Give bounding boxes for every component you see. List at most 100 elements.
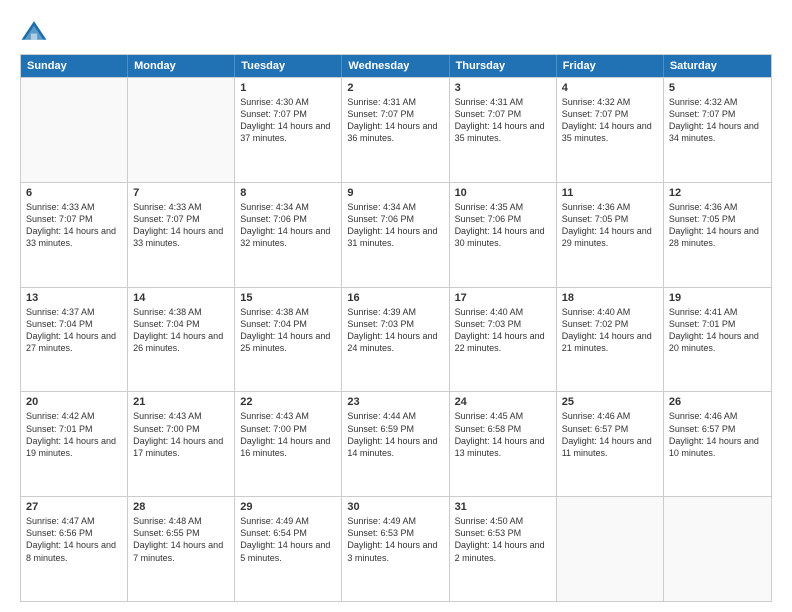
cal-cell-4-6 [664,497,771,601]
cell-info: Sunrise: 4:38 AM Sunset: 7:04 PM Dayligh… [133,306,229,355]
week-row-4: 20 Sunrise: 4:42 AM Sunset: 7:01 PM Dayli… [21,391,771,496]
week-row-3: 13 Sunrise: 4:37 AM Sunset: 7:04 PM Dayli… [21,287,771,392]
cal-cell-2-4: 17 Sunrise: 4:40 AM Sunset: 7:03 PM Dayli… [450,288,557,392]
cal-cell-1-1: 7 Sunrise: 4:33 AM Sunset: 7:07 PM Daylig… [128,183,235,287]
day-number: 15 [240,292,336,304]
header [20,18,772,46]
cal-cell-2-5: 18 Sunrise: 4:40 AM Sunset: 7:02 PM Dayli… [557,288,664,392]
header-monday: Monday [128,55,235,77]
cell-info: Sunrise: 4:49 AM Sunset: 6:54 PM Dayligh… [240,515,336,564]
day-number: 11 [562,187,658,199]
cell-info: Sunrise: 4:38 AM Sunset: 7:04 PM Dayligh… [240,306,336,355]
cell-info: Sunrise: 4:43 AM Sunset: 7:00 PM Dayligh… [133,410,229,459]
cell-info: Sunrise: 4:33 AM Sunset: 7:07 PM Dayligh… [133,201,229,250]
day-number: 24 [455,396,551,408]
header-tuesday: Tuesday [235,55,342,77]
cell-info: Sunrise: 4:48 AM Sunset: 6:55 PM Dayligh… [133,515,229,564]
cal-cell-4-4: 31 Sunrise: 4:50 AM Sunset: 6:53 PM Dayli… [450,497,557,601]
cell-info: Sunrise: 4:46 AM Sunset: 6:57 PM Dayligh… [669,410,766,459]
cal-cell-0-0 [21,78,128,182]
cal-cell-4-1: 28 Sunrise: 4:48 AM Sunset: 6:55 PM Dayli… [128,497,235,601]
cal-cell-2-6: 19 Sunrise: 4:41 AM Sunset: 7:01 PM Dayli… [664,288,771,392]
cell-info: Sunrise: 4:41 AM Sunset: 7:01 PM Dayligh… [669,306,766,355]
cal-cell-3-3: 23Sunrise: 4:44 AM Sunset: 6:59 PM Dayli… [342,392,449,496]
cell-info: Sunrise: 4:43 AM Sunset: 7:00 PM Dayligh… [240,410,336,459]
day-number: 2 [347,82,443,94]
cal-cell-3-2: 22Sunrise: 4:43 AM Sunset: 7:00 PM Dayli… [235,392,342,496]
cal-cell-1-6: 12 Sunrise: 4:36 AM Sunset: 7:05 PM Dayli… [664,183,771,287]
day-number: 29 [240,501,336,513]
day-number: 13 [26,292,122,304]
cell-info: Sunrise: 4:47 AM Sunset: 6:56 PM Dayligh… [26,515,122,564]
cell-info: Sunrise: 4:37 AM Sunset: 7:04 PM Dayligh… [26,306,122,355]
cal-cell-0-1 [128,78,235,182]
cell-info: Sunrise: 4:45 AM Sunset: 6:58 PM Dayligh… [455,410,551,459]
cell-info: Sunrise: 4:40 AM Sunset: 7:03 PM Dayligh… [455,306,551,355]
day-number: 7 [133,187,229,199]
day-number: 4 [562,82,658,94]
cell-info: Sunrise: 4:34 AM Sunset: 7:06 PM Dayligh… [240,201,336,250]
day-number: 30 [347,501,443,513]
cal-cell-2-2: 15 Sunrise: 4:38 AM Sunset: 7:04 PM Dayli… [235,288,342,392]
day-number: 12 [669,187,766,199]
cal-cell-0-3: 2 Sunrise: 4:31 AM Sunset: 7:07 PM Daylig… [342,78,449,182]
day-number: 1 [240,82,336,94]
day-number: 31 [455,501,551,513]
cell-info: Sunrise: 4:49 AM Sunset: 6:53 PM Dayligh… [347,515,443,564]
cal-cell-0-2: 1 Sunrise: 4:30 AM Sunset: 7:07 PM Daylig… [235,78,342,182]
day-number: 18 [562,292,658,304]
day-number: 3 [455,82,551,94]
cal-cell-3-1: 21 Sunrise: 4:43 AM Sunset: 7:00 PM Dayli… [128,392,235,496]
cell-info: Sunrise: 4:36 AM Sunset: 7:05 PM Dayligh… [562,201,658,250]
cal-cell-2-3: 16 Sunrise: 4:39 AM Sunset: 7:03 PM Dayli… [342,288,449,392]
calendar: Sunday Monday Tuesday Wednesday Thursday… [20,54,772,602]
calendar-header: Sunday Monday Tuesday Wednesday Thursday… [21,55,771,77]
page: Sunday Monday Tuesday Wednesday Thursday… [0,0,792,612]
cal-cell-1-0: 6 Sunrise: 4:33 AM Sunset: 7:07 PM Daylig… [21,183,128,287]
cal-cell-3-0: 20 Sunrise: 4:42 AM Sunset: 7:01 PM Dayli… [21,392,128,496]
cell-info: Sunrise: 4:31 AM Sunset: 7:07 PM Dayligh… [455,96,551,145]
week-row-1: 1 Sunrise: 4:30 AM Sunset: 7:07 PM Daylig… [21,77,771,182]
week-row-5: 27 Sunrise: 4:47 AM Sunset: 6:56 PM Dayli… [21,496,771,601]
cell-info: Sunrise: 4:30 AM Sunset: 7:07 PM Dayligh… [240,96,336,145]
day-number: 6 [26,187,122,199]
cal-cell-4-3: 30 Sunrise: 4:49 AM Sunset: 6:53 PM Dayli… [342,497,449,601]
cell-info: Sunrise: 4:50 AM Sunset: 6:53 PM Dayligh… [455,515,551,564]
week-row-2: 6 Sunrise: 4:33 AM Sunset: 7:07 PM Daylig… [21,182,771,287]
day-number: 20 [26,396,122,408]
cal-cell-1-4: 10 Sunrise: 4:35 AM Sunset: 7:06 PM Dayli… [450,183,557,287]
cal-cell-0-6: 5Sunrise: 4:32 AM Sunset: 7:07 PM Daylig… [664,78,771,182]
cell-info: Sunrise: 4:42 AM Sunset: 7:01 PM Dayligh… [26,410,122,459]
day-number: 23 [347,396,443,408]
cell-info: Sunrise: 4:36 AM Sunset: 7:05 PM Dayligh… [669,201,766,250]
day-number: 28 [133,501,229,513]
day-number: 10 [455,187,551,199]
logo [20,18,54,46]
header-friday: Friday [557,55,664,77]
cell-info: Sunrise: 4:33 AM Sunset: 7:07 PM Dayligh… [26,201,122,250]
cell-info: Sunrise: 4:31 AM Sunset: 7:07 PM Dayligh… [347,96,443,145]
cell-info: Sunrise: 4:40 AM Sunset: 7:02 PM Dayligh… [562,306,658,355]
cell-info: Sunrise: 4:35 AM Sunset: 7:06 PM Dayligh… [455,201,551,250]
cal-cell-0-4: 3 Sunrise: 4:31 AM Sunset: 7:07 PM Daylig… [450,78,557,182]
cal-cell-2-0: 13 Sunrise: 4:37 AM Sunset: 7:04 PM Dayli… [21,288,128,392]
cell-info: Sunrise: 4:32 AM Sunset: 7:07 PM Dayligh… [562,96,658,145]
cal-cell-4-2: 29 Sunrise: 4:49 AM Sunset: 6:54 PM Dayli… [235,497,342,601]
cell-info: Sunrise: 4:39 AM Sunset: 7:03 PM Dayligh… [347,306,443,355]
day-number: 19 [669,292,766,304]
cal-cell-3-5: 25Sunrise: 4:46 AM Sunset: 6:57 PM Dayli… [557,392,664,496]
day-number: 25 [562,396,658,408]
day-number: 21 [133,396,229,408]
cal-cell-1-5: 11 Sunrise: 4:36 AM Sunset: 7:05 PM Dayli… [557,183,664,287]
cal-cell-4-5 [557,497,664,601]
day-number: 16 [347,292,443,304]
cal-cell-2-1: 14Sunrise: 4:38 AM Sunset: 7:04 PM Dayli… [128,288,235,392]
header-thursday: Thursday [450,55,557,77]
cal-cell-4-0: 27 Sunrise: 4:47 AM Sunset: 6:56 PM Dayli… [21,497,128,601]
day-number: 17 [455,292,551,304]
day-number: 27 [26,501,122,513]
cal-cell-0-5: 4 Sunrise: 4:32 AM Sunset: 7:07 PM Daylig… [557,78,664,182]
cell-info: Sunrise: 4:34 AM Sunset: 7:06 PM Dayligh… [347,201,443,250]
calendar-body: 1 Sunrise: 4:30 AM Sunset: 7:07 PM Daylig… [21,77,771,601]
header-sunday: Sunday [21,55,128,77]
